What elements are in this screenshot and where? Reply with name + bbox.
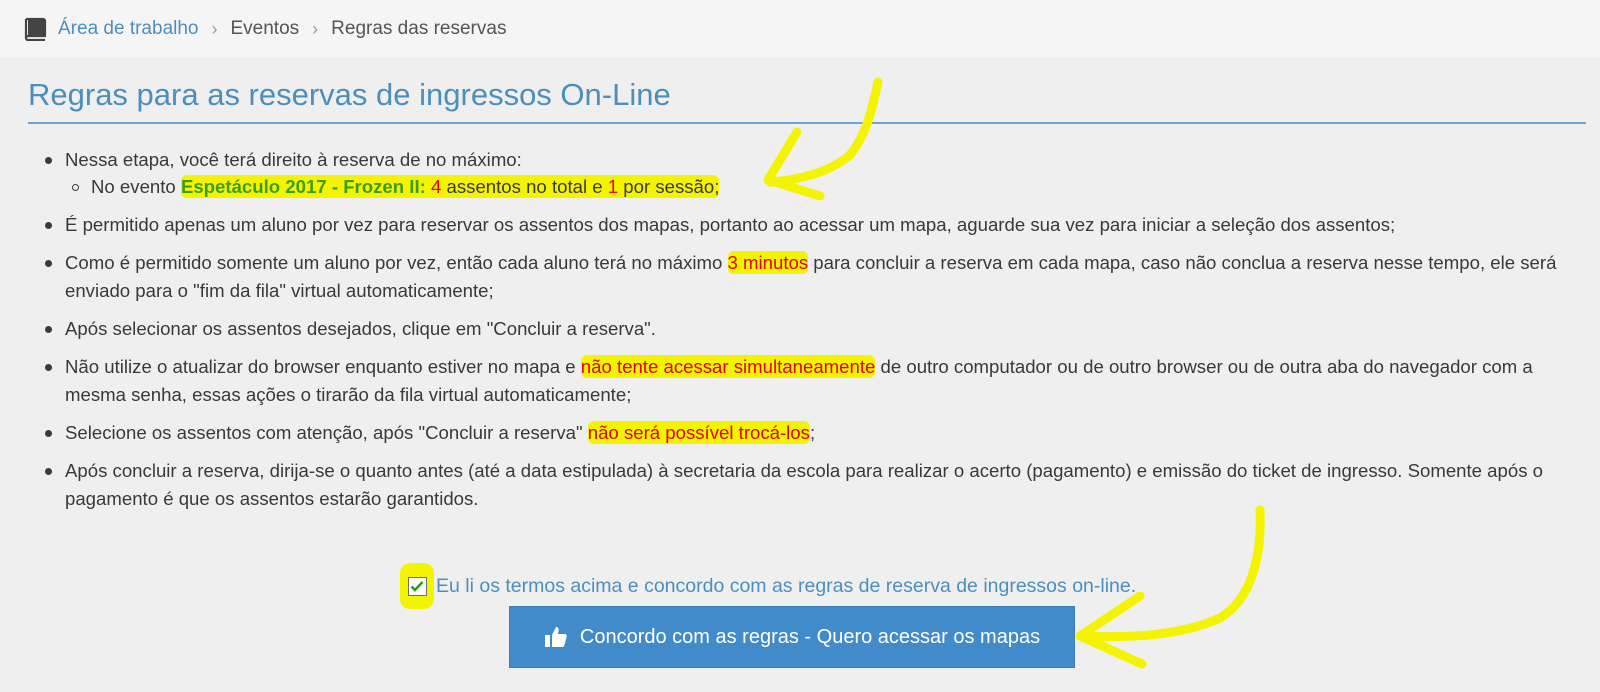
- agree-label[interactable]: Eu li os termos acima e concordo com as …: [436, 575, 1136, 598]
- agree-row: Eu li os termos acima e concordo com as …: [400, 563, 1136, 609]
- event-session-seats: 1: [607, 176, 619, 197]
- book-icon: [24, 17, 47, 41]
- rule-item-max-reservations: Nessa etapa, você terá direito à reserva…: [45, 146, 1565, 201]
- rule-text: Após selecionar os assentos desejados, c…: [65, 318, 656, 339]
- rule-text: Não utilize o atualizar do browser enqua…: [65, 356, 581, 377]
- breadcrumb-events-link[interactable]: Eventos: [231, 18, 300, 40]
- rule-sublist: No evento Espetáculo 2017 - Frozen II: 4…: [65, 173, 1565, 201]
- breadcrumb: Área de trabalho › Eventos › Regras das …: [0, 0, 1600, 59]
- event-mid-text: assentos no total e: [441, 176, 608, 197]
- rule-item-one-student: É permitido apenas um aluno por vez para…: [45, 211, 1565, 239]
- agree-checkbox[interactable]: [407, 576, 427, 596]
- page-title: Regras para as reservas de ingressos On-…: [28, 77, 1586, 124]
- rule-text: É permitido apenas um aluno por vez para…: [65, 214, 1396, 235]
- access-maps-button-label: Concordo com as regras - Quero acessar o…: [579, 625, 1041, 648]
- breadcrumb-home-link[interactable]: Área de trabalho: [58, 18, 199, 40]
- event-highlight: Espetáculo 2017 - Frozen II: 4 assentos …: [180, 175, 720, 198]
- rule-text: Nessa etapa, você terá direito à reserva…: [65, 149, 522, 170]
- time-limit-highlight: 3 minutos: [727, 251, 809, 274]
- rule-text: Selecione os assentos com atenção, após …: [65, 422, 588, 443]
- checkmark-icon: [410, 581, 424, 592]
- event-name: Espetáculo 2017 - Frozen II:: [180, 176, 426, 197]
- rule-item-conclude: Após selecionar os assentos desejados, c…: [45, 315, 1565, 343]
- checkbox-highlight: [400, 563, 434, 609]
- access-maps-button[interactable]: Concordo com as regras - Quero acessar o…: [509, 606, 1075, 668]
- rule-text: ;: [809, 422, 816, 443]
- rules-list: Nessa etapa, você terá direito à reserva…: [0, 146, 1565, 513]
- chevron-right-icon: ›: [312, 18, 319, 39]
- breadcrumb-current: Regras das reservas: [331, 18, 507, 39]
- event-prefix: No evento: [91, 176, 181, 197]
- thumbs-up-icon: [544, 627, 567, 647]
- rule-item-time-limit: Como é permitido somente um aluno por ve…: [45, 249, 1565, 305]
- event-total-seats: 4: [431, 176, 442, 197]
- rule-item-payment: Após concluir a reserva, dirija-se o qua…: [45, 457, 1565, 513]
- rule-item-select-carefully: Selecione os assentos com atenção, após …: [45, 419, 1565, 447]
- no-simultaneous-highlight: não tente acessar simultaneamente: [580, 355, 876, 378]
- rule-text: Após concluir a reserva, dirija-se o qua…: [65, 460, 1543, 509]
- event-suffix: por sessão;: [618, 176, 720, 197]
- no-swap-highlight: não será possível trocá-los: [587, 421, 810, 444]
- rule-item-no-refresh: Não utilize o atualizar do browser enqua…: [45, 353, 1565, 409]
- chevron-right-icon: ›: [211, 18, 218, 39]
- rule-subitem-event: No evento Espetáculo 2017 - Frozen II: 4…: [72, 173, 1565, 201]
- rule-text: Como é permitido somente um aluno por ve…: [65, 252, 728, 273]
